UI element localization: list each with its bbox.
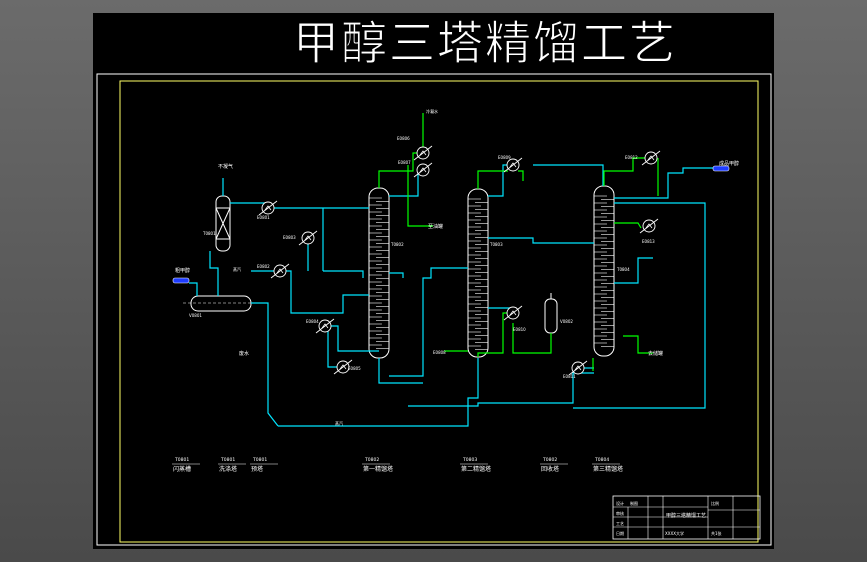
legend-item: T0801 预塔 (250, 457, 278, 473)
tb-r4: 日期 (616, 530, 624, 536)
legend-item: T0804 第三精馏塔 (592, 457, 623, 473)
heat-exchangers (258, 145, 661, 376)
label-e0803: E0803 (283, 235, 296, 240)
legend-tag: T0803 (462, 457, 477, 463)
trays-t0802 (369, 197, 389, 349)
legend-tag: T0801 (174, 457, 189, 463)
tb-sheet: 共1张 (711, 530, 722, 536)
trays-t0804 (594, 195, 614, 347)
legend-item: T0801 洗涤塔 (218, 457, 246, 473)
legend-tag: T0802 (542, 457, 557, 463)
vessel-v0802 (544, 293, 558, 334)
flash-drum-v0801 (183, 295, 258, 312)
label-e0806: E0806 (397, 136, 410, 141)
legend-name: 回收塔 (541, 465, 559, 473)
heat-exchanger (641, 150, 661, 166)
label-cond: 冷凝水 (426, 108, 438, 114)
label-v0801: V0801 (189, 313, 202, 318)
label-top-gas: 不凝气 (218, 163, 233, 170)
label-e0811: E0811 (563, 374, 576, 379)
legend-name: 第一精馏塔 (363, 465, 393, 473)
process-flow-diagram: 不凝气 T0801 V0801 粗甲醇 蒸汽 E0801 E0802 E0803… (96, 73, 772, 546)
drawing-canvas: 不凝气 T0801 V0801 粗甲醇 蒸汽 E0801 E0802 E0803… (93, 13, 774, 549)
page-title: 甲醇三塔精馏工艺 (293, 16, 677, 71)
label-e0813: E0813 (642, 239, 655, 244)
legend-item: T0802 第一精馏塔 (362, 457, 393, 473)
label-e0808: E0808 (433, 350, 446, 355)
legend-item: T0801 闪蒸槽 (172, 457, 200, 473)
outer-frame (96, 73, 772, 546)
label-feed: 粗甲醇 (175, 267, 190, 274)
label-steam2: 蒸汽 (335, 420, 343, 426)
label-e0810: E0810 (513, 327, 526, 332)
label-e0805: E0805 (348, 366, 361, 371)
label-e0812: E0812 (625, 155, 638, 160)
label-waste-water: 废水 (239, 350, 249, 357)
legend-tag: T0801 (252, 457, 267, 463)
label-e0802: E0802 (257, 264, 270, 269)
label-t0803: T0803 (489, 242, 503, 247)
label-v0802: V0802 (560, 319, 573, 324)
legend-name: 洗涤塔 (219, 465, 237, 473)
trays-t0803 (468, 198, 488, 350)
label-t0801: T0801 (202, 231, 216, 236)
tb-ratio: 比例 (711, 500, 719, 506)
tb-r1a: 设计 (616, 500, 624, 506)
legend-item: T0802 回收塔 (540, 457, 568, 473)
heat-exchanger (298, 230, 318, 246)
feed-inlet-arrow (172, 277, 190, 284)
label-steam: 蒸汽 (233, 266, 241, 272)
legend-name: 第三精馏塔 (593, 465, 623, 473)
heat-exchanger (639, 218, 659, 234)
tb-drawing-name: 甲醇三塔精馏工艺 (666, 512, 706, 519)
label-t0804: T0804 (616, 267, 630, 272)
column-t0804 (593, 185, 615, 357)
column-t0802 (368, 187, 390, 359)
heat-exchanger (413, 145, 433, 161)
tb-r1b: 制图 (630, 500, 638, 506)
legend-tag: T0804 (594, 457, 609, 463)
label-to-tank2: 去储罐 (648, 350, 663, 357)
title-block: 设计 制图 审核 工艺 日期 甲醇三塔精馏工艺 XXXX大学 比例 共1张 (612, 495, 761, 540)
label-t0802: T0802 (390, 242, 404, 247)
legend-name: 第二精馏塔 (461, 465, 491, 473)
legend-name: 闪蒸槽 (173, 465, 191, 473)
heat-exchanger (270, 263, 290, 279)
label-e0804: E0804 (306, 319, 319, 324)
column-t0801 (215, 195, 231, 252)
tb-school: XXXX大学 (665, 530, 684, 536)
label-e0801: E0801 (257, 215, 270, 220)
tb-r2: 审核 (616, 510, 624, 516)
label-e0807: E0807 (398, 160, 411, 165)
heat-exchanger (413, 162, 433, 178)
legend-tag: T0801 (220, 457, 235, 463)
legend-name: 预塔 (251, 465, 263, 473)
tb-r3: 工艺 (616, 521, 624, 526)
label-e0809: E0809 (498, 155, 511, 160)
legend-item: T0803 第二精馏塔 (460, 457, 491, 473)
label-product: 成品甲醇 (719, 160, 739, 167)
label-to-tank: 至油罐 (428, 223, 443, 230)
legend-tag: T0802 (364, 457, 379, 463)
equipment-legend: T0801 闪蒸槽 T0801 洗涤塔 T0801 预塔 T0802 第一精馏塔 T0803 第二… (172, 457, 623, 473)
heat-exchanger (503, 157, 523, 173)
